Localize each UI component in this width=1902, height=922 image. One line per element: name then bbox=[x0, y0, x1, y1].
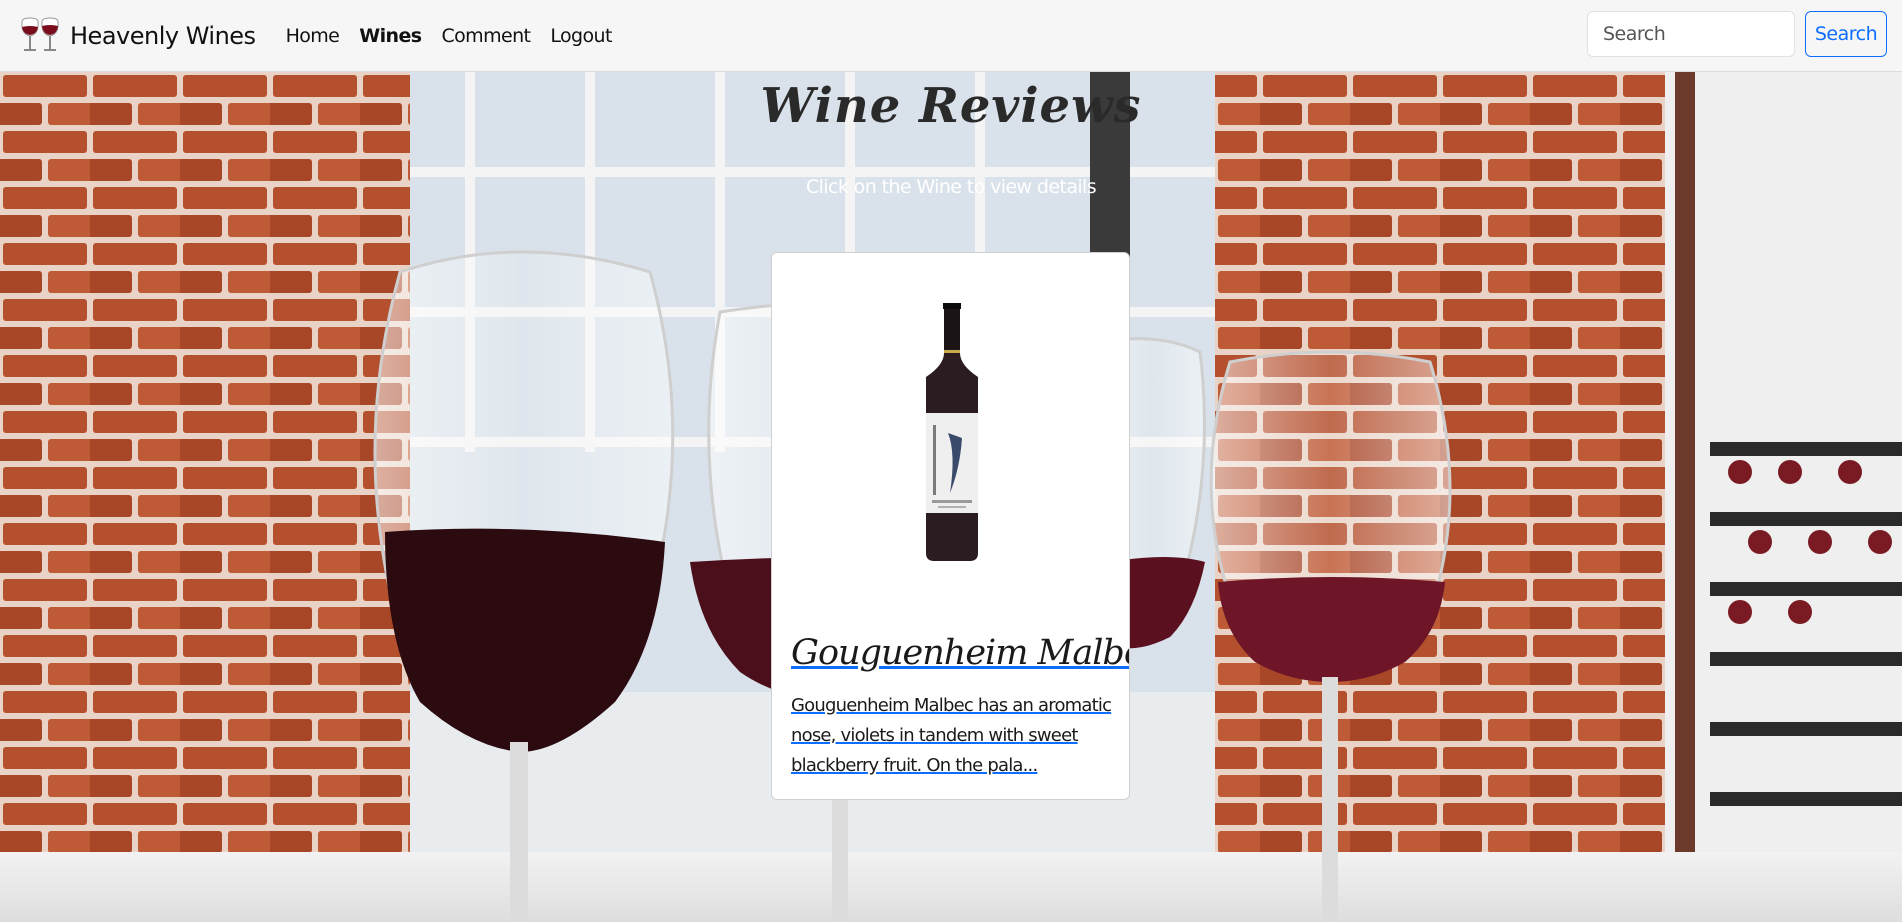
page-subtitle: Click on the Wine to view details bbox=[805, 176, 1097, 198]
page-title: Wine Reviews bbox=[760, 78, 1142, 134]
nav-home-link[interactable]: Home bbox=[286, 25, 340, 47]
wine-card-description[interactable]: Gouguenheim Malbec has an aromatic nose,… bbox=[791, 691, 1116, 781]
wine-bottle-image[interactable] bbox=[772, 253, 1130, 583]
wine-card-title[interactable]: Gouguenheim Malbec bbox=[791, 633, 1129, 673]
search-form: Search bbox=[1587, 11, 1887, 57]
wine-card[interactable]: Gouguenheim Malbec Gouguenheim Malbec ha… bbox=[771, 252, 1130, 800]
search-input[interactable] bbox=[1587, 11, 1795, 57]
nav-links: Home Wines Comment Logout bbox=[286, 25, 632, 47]
brand-link[interactable]: Heavenly Wines bbox=[14, 16, 256, 56]
search-button[interactable]: Search bbox=[1805, 11, 1887, 57]
nav-logout-link[interactable]: Logout bbox=[550, 25, 612, 47]
top-navbar: Heavenly Wines Home Wines Comment Logout… bbox=[0, 0, 1902, 72]
wine-glasses-icon bbox=[21, 16, 59, 51]
nav-wines-link[interactable]: Wines bbox=[359, 25, 422, 47]
brand-name: Heavenly Wines bbox=[70, 21, 256, 50]
nav-comment-link[interactable]: Comment bbox=[441, 25, 530, 47]
